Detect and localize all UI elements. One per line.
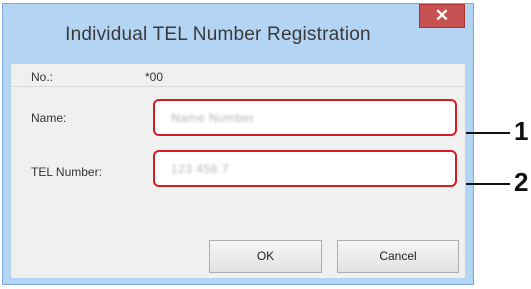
close-icon: ✕: [434, 6, 450, 25]
ok-button[interactable]: OK: [209, 240, 322, 273]
name-input-value: Name Number: [171, 111, 255, 125]
callout-number-1: 1: [514, 116, 529, 146]
close-button[interactable]: ✕: [419, 4, 465, 28]
name-field[interactable]: Name Number: [153, 99, 457, 136]
callout-line-1: [466, 132, 510, 134]
dialog-title: Individual TEL Number Registration: [65, 24, 371, 45]
name-label: Name:: [31, 111, 67, 125]
tel-number-input-value: 123 456 7: [171, 162, 229, 176]
callout-line-2: [466, 183, 510, 185]
registration-dialog: Individual TEL Number Registration ✕ No.…: [2, 3, 474, 285]
tel-number-label: TEL Number:: [31, 165, 102, 179]
separator: [11, 86, 465, 87]
dialog-body: No.: *00 Name: Name Number TEL Number: 1…: [11, 64, 465, 278]
tel-number-field[interactable]: 123 456 7: [153, 150, 457, 187]
callout-number-2: 2: [514, 167, 529, 197]
no-value: *00: [145, 70, 164, 84]
cancel-button[interactable]: Cancel: [337, 240, 459, 273]
no-label: No.:: [31, 70, 54, 84]
title-bar[interactable]: Individual TEL Number Registration ✕: [3, 4, 473, 62]
